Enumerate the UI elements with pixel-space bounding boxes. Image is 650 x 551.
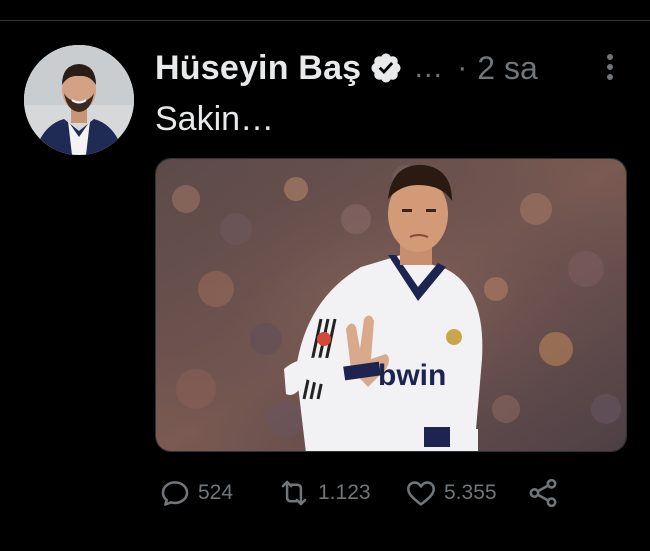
avatar-image [24, 45, 134, 155]
like-count: 5.355 [444, 481, 497, 504]
more-vertical-icon [607, 54, 613, 80]
author-name[interactable]: Hüseyin Baş [155, 49, 361, 88]
retweet-icon [281, 480, 307, 506]
retweet-button[interactable]: 1.123 [276, 476, 371, 510]
separator-dot: · [457, 51, 468, 84]
timestamp[interactable]: 2 sa [477, 50, 537, 87]
more-options-button[interactable] [598, 50, 622, 84]
tweet-actions: 524 1.123 5.355 [158, 476, 578, 510]
verified-badge-icon [369, 51, 403, 85]
heart-icon [406, 481, 436, 506]
tweet-photo[interactable]: bwin [155, 158, 627, 452]
post-header: Hüseyin Baş … · 2 sa [155, 48, 538, 88]
top-divider [0, 20, 650, 21]
reply-icon [161, 481, 189, 506]
reply-count: 524 [198, 481, 234, 504]
tweet-text: Sakin… [155, 100, 275, 138]
share-button[interactable] [526, 476, 560, 510]
reply-button[interactable]: 524 [158, 476, 233, 510]
photo-image: bwin [156, 159, 626, 451]
retweet-count: 1.123 [318, 481, 371, 504]
author-handle[interactable]: … [413, 51, 443, 85]
like-button[interactable]: 5.355 [404, 476, 497, 510]
share-icon [529, 478, 557, 508]
avatar[interactable] [24, 45, 134, 155]
jersey-sponsor: bwin [378, 359, 446, 392]
